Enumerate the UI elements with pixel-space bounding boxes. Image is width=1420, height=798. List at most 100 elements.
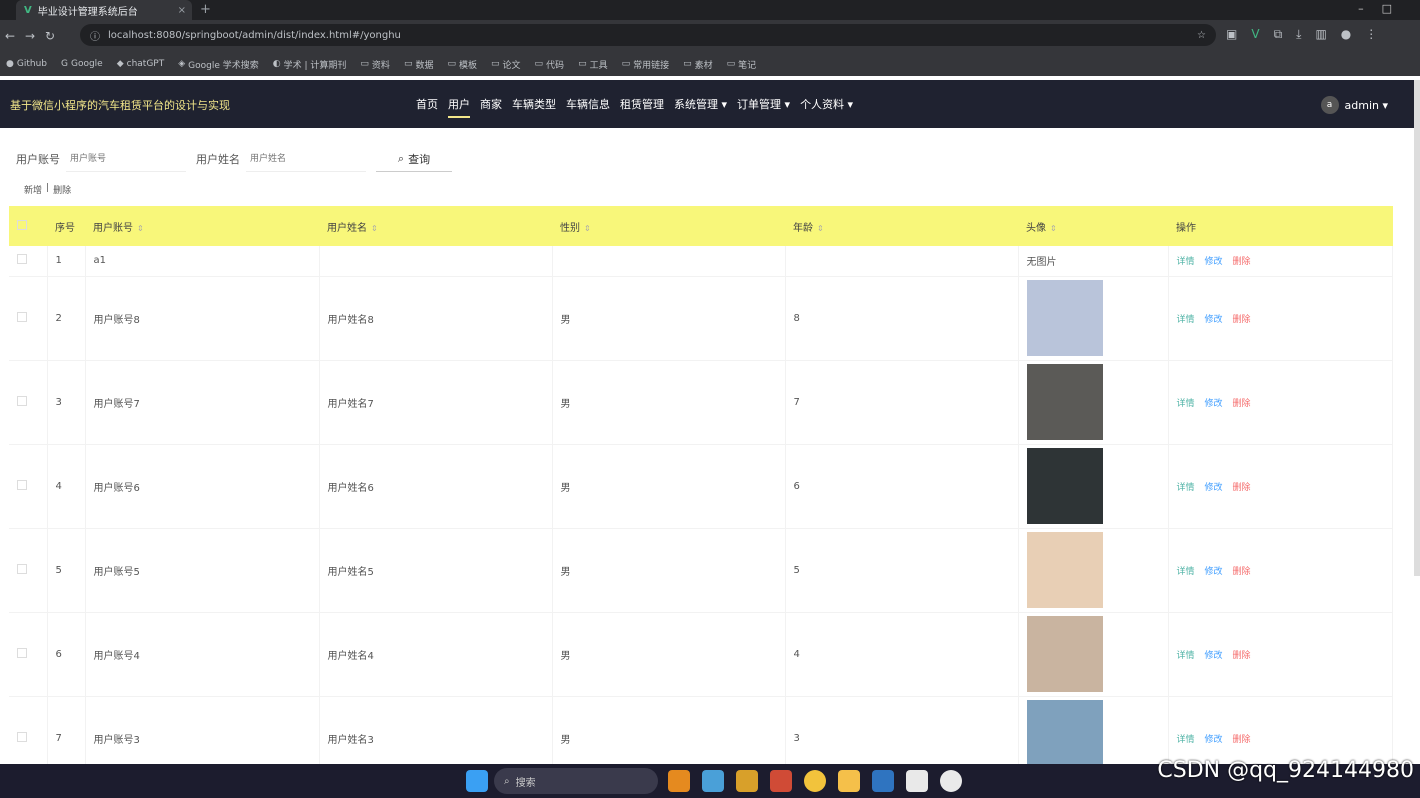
user-menu[interactable]: a admin ▾: [1320, 96, 1388, 114]
column-header[interactable]: 用户账号 ⇕: [85, 206, 319, 246]
bookmark-item[interactable]: G Google: [61, 59, 103, 69]
view-button[interactable]: 详情: [1177, 399, 1195, 409]
view-button[interactable]: 详情: [1177, 257, 1195, 267]
download-icon[interactable]: ⤓: [1296, 27, 1301, 42]
view-button[interactable]: 详情: [1177, 567, 1195, 577]
row-select-cell[interactable]: [9, 360, 48, 445]
column-header[interactable]: 用户姓名 ⇕: [319, 206, 552, 246]
menu-item-vehicle-info[interactable]: 车辆信息: [566, 96, 610, 112]
table-row[interactable]: 1 a1 无图片 详情 修改 删除: [9, 246, 1393, 277]
row-checkbox[interactable]: [17, 479, 27, 490]
select-all-cell[interactable]: [9, 206, 47, 246]
extension-icon[interactable]: ▣: [1226, 27, 1237, 42]
url-bar[interactable]: ⓘ localhost:8080/springboot/admin/dist/i…: [80, 24, 1216, 46]
close-tab-icon[interactable]: ×: [178, 5, 186, 16]
row-checkbox[interactable]: [17, 563, 27, 574]
delete-button[interactable]: 删除: [1233, 399, 1251, 409]
folder-icon[interactable]: [838, 770, 860, 792]
sort-icon[interactable]: ⇕: [584, 224, 591, 233]
row-checkbox[interactable]: [17, 395, 27, 406]
sort-icon[interactable]: ⇕: [817, 224, 824, 233]
row-checkbox[interactable]: [17, 647, 27, 658]
bookmark-folder[interactable]: ▭ 资料: [360, 58, 390, 71]
sort-icon[interactable]: ⇕: [1050, 224, 1057, 233]
row-select-cell[interactable]: [9, 276, 48, 361]
window-controls[interactable]: –□: [1358, 2, 1410, 15]
bookmark-item[interactable]: ◆ chatGPT: [117, 59, 165, 69]
view-button[interactable]: 详情: [1177, 483, 1195, 493]
edit-button[interactable]: 修改: [1205, 315, 1223, 325]
taskbar-search[interactable]: ⌕ 搜索: [494, 768, 658, 794]
bookmark-folder[interactable]: ▭ 模板: [447, 58, 477, 71]
app-icon[interactable]: [906, 770, 928, 792]
table-row[interactable]: 3 用户账号7 用户姓名7 男 7 详情 修改 删除: [9, 360, 1393, 445]
menu-item-vehicle-type[interactable]: 车辆类型: [512, 96, 556, 112]
delete-button[interactable]: 删除: [1233, 315, 1251, 325]
bookmark-folder[interactable]: ▭ 常用链接: [622, 58, 670, 71]
edit-button[interactable]: 修改: [1205, 651, 1223, 661]
sidepanel-icon[interactable]: ▥: [1315, 27, 1326, 42]
table-row[interactable]: 2 用户账号8 用户姓名8 男 8 详情 修改 删除: [9, 276, 1393, 361]
bookmark-folder[interactable]: ▭ 代码: [535, 58, 565, 71]
account-input[interactable]: [66, 146, 186, 172]
puzzle-icon[interactable]: ⧉: [1274, 27, 1283, 42]
column-header[interactable]: 性别 ⇕: [552, 206, 785, 246]
menu-item-merchant[interactable]: 商家: [480, 96, 502, 112]
column-header[interactable]: 头像 ⇕: [1018, 206, 1168, 246]
row-checkbox[interactable]: [17, 254, 27, 265]
bookmark-folder[interactable]: ▭ 工具: [578, 58, 608, 71]
row-select-cell[interactable]: [9, 528, 48, 613]
row-select-cell[interactable]: [9, 444, 48, 529]
app-icon[interactable]: [770, 770, 792, 792]
delete-button[interactable]: 删除: [1233, 483, 1251, 493]
site-info-icon[interactable]: ⓘ: [90, 28, 100, 43]
table-row[interactable]: 6 用户账号4 用户姓名4 男 4 详情 修改 删除: [9, 612, 1393, 697]
menu-item-home[interactable]: 首页: [416, 96, 438, 112]
app-icon[interactable]: [736, 770, 758, 792]
bookmark-folder[interactable]: ▭ 笔记: [727, 58, 757, 71]
app-icon[interactable]: [872, 770, 894, 792]
edit-button[interactable]: 修改: [1205, 735, 1223, 745]
bookmark-folder[interactable]: ▭ 论文: [491, 58, 521, 71]
app-icon[interactable]: [702, 770, 724, 792]
menu-item-profile[interactable]: 个人资料 ▾: [800, 96, 853, 112]
browser-tab[interactable]: V 毕业设计管理系统后台 ×: [16, 0, 192, 20]
app-icon[interactable]: [668, 770, 690, 792]
add-button[interactable]: 新增: [24, 183, 42, 196]
wechat-icon[interactable]: [940, 770, 962, 792]
select-all-checkbox[interactable]: [17, 219, 27, 230]
menu-item-rental[interactable]: 租赁管理: [620, 96, 664, 112]
bookmark-star-icon[interactable]: ☆: [1197, 30, 1206, 41]
edit-button[interactable]: 修改: [1205, 483, 1223, 493]
delete-button[interactable]: 删除: [1233, 735, 1251, 745]
vue-devtools-icon[interactable]: V: [1251, 27, 1259, 42]
view-button[interactable]: 详情: [1177, 735, 1195, 745]
delete-button[interactable]: 删除: [1233, 567, 1251, 577]
edit-button[interactable]: 修改: [1205, 399, 1223, 409]
row-checkbox[interactable]: [17, 731, 27, 742]
bookmark-folder[interactable]: ▭ 数据: [404, 58, 434, 71]
table-row[interactable]: 4 用户账号6 用户姓名6 男 6 详情 修改 删除: [9, 444, 1393, 529]
bookmark-item[interactable]: ● Github: [6, 59, 47, 69]
search-button[interactable]: ⌕ 查询: [376, 146, 452, 172]
bookmark-item[interactable]: ◈ Google 学术搜索: [178, 58, 259, 71]
column-header[interactable]: 序号: [47, 206, 85, 246]
bookmark-item[interactable]: ◐ 学术 | 计算期刊: [273, 58, 347, 71]
delete-button[interactable]: 删除: [1233, 651, 1251, 661]
view-button[interactable]: 详情: [1177, 315, 1195, 325]
page-scrollbar[interactable]: [1414, 80, 1420, 576]
view-button[interactable]: 详情: [1177, 651, 1195, 661]
row-checkbox[interactable]: [17, 311, 27, 322]
edit-button[interactable]: 修改: [1205, 567, 1223, 577]
chrome-icon[interactable]: [804, 770, 826, 792]
table-row[interactable]: 5 用户账号5 用户姓名5 男 5 详情 修改 删除: [9, 528, 1393, 613]
back-icon[interactable]: ←: [0, 29, 20, 43]
more-menu-icon[interactable]: ⋮: [1365, 27, 1377, 42]
name-input[interactable]: [246, 146, 366, 172]
windows-start-icon[interactable]: [466, 770, 488, 792]
sort-icon[interactable]: ⇕: [371, 224, 378, 233]
reload-icon[interactable]: ↻: [40, 29, 60, 43]
menu-item-orders[interactable]: 订单管理 ▾: [737, 96, 790, 112]
bookmark-folder[interactable]: ▭ 素材: [683, 58, 713, 71]
sort-icon[interactable]: ⇕: [137, 224, 144, 233]
